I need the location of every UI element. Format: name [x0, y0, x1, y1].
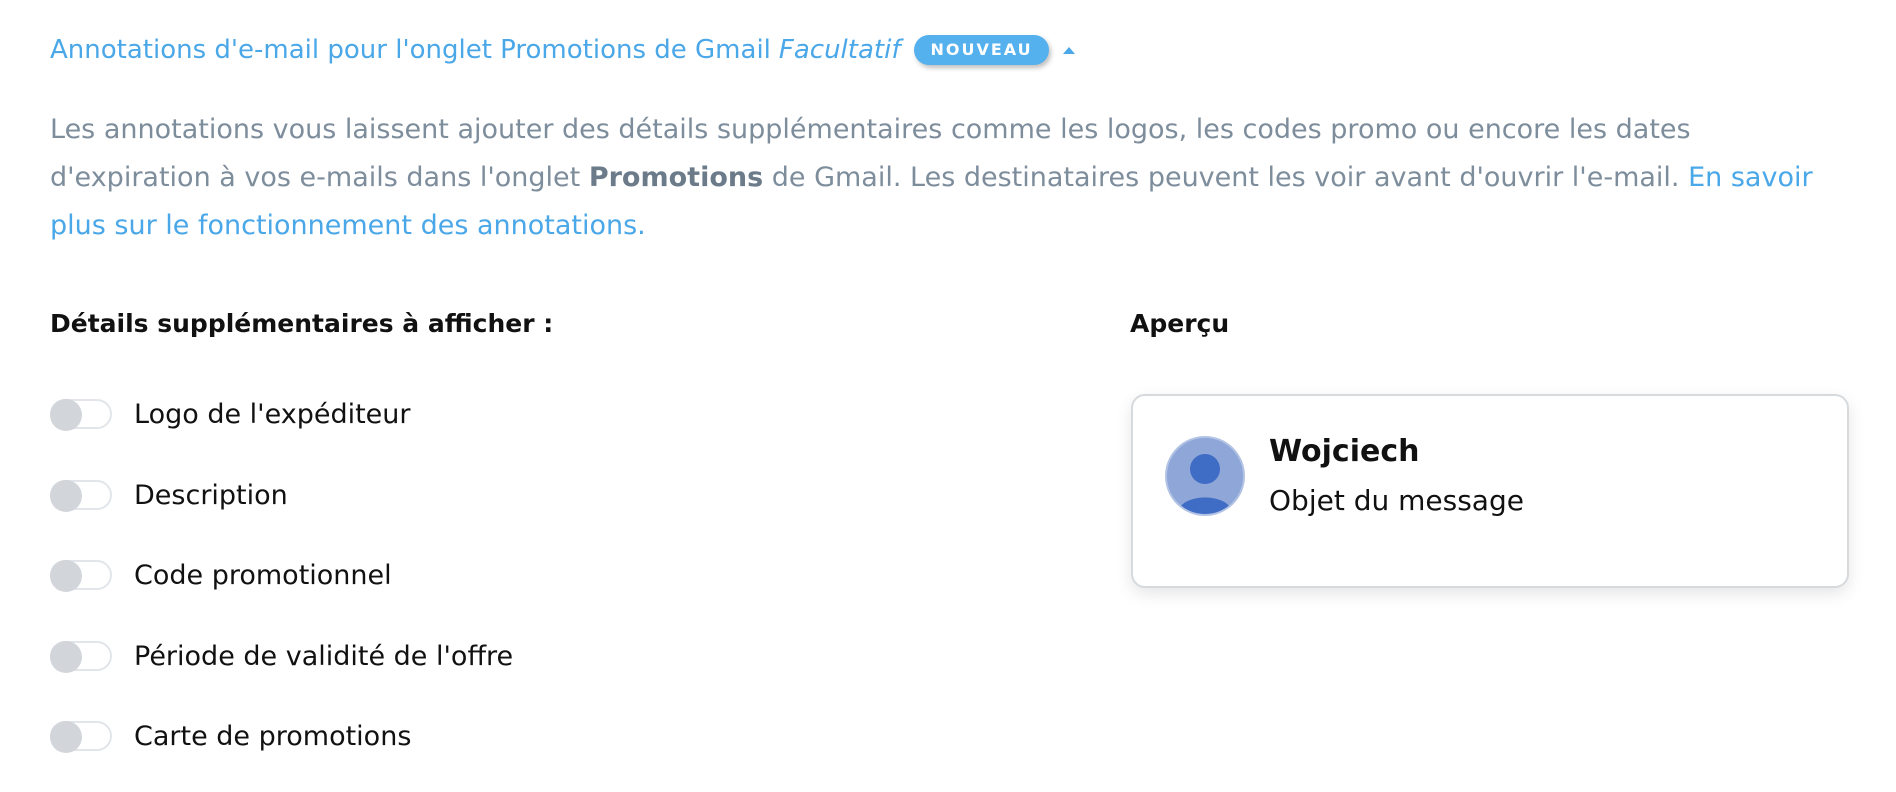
- promo-card-toggle[interactable]: [50, 721, 112, 753]
- sender-logo-label: Logo de l'expéditeur: [134, 398, 411, 430]
- annotations-title-link[interactable]: Annotations d'e-mail pour l'onglet Promo…: [50, 35, 771, 65]
- option-row-promo-card: Carte de promotions: [50, 716, 411, 756]
- preview-sender-name: Wojciech: [1269, 434, 1420, 469]
- option-row-promo-code: Code promotionnel: [50, 555, 392, 595]
- description-toggle[interactable]: [50, 480, 112, 512]
- toggle-knob: [50, 560, 82, 592]
- toggle-knob: [50, 399, 82, 431]
- sender-logo-toggle[interactable]: [50, 399, 112, 431]
- preview-subject: Objet du message: [1269, 484, 1524, 517]
- annotations-description: Les annotations vous laissent ajouter de…: [50, 106, 1840, 250]
- toggle-knob: [50, 721, 82, 753]
- offer-validity-label: Période de validité de l'offre: [134, 640, 514, 672]
- description-label: Description: [134, 479, 288, 511]
- new-badge: NOUVEAU: [914, 35, 1049, 65]
- preview-heading: Aperçu: [1130, 309, 1230, 338]
- optional-label: Facultatif: [778, 35, 901, 65]
- description-bold-promotions: Promotions: [588, 162, 764, 193]
- caret-up-icon[interactable]: [1062, 46, 1075, 54]
- option-row-sender-logo: Logo de l'expéditeur: [50, 394, 411, 434]
- toggle-knob: [50, 641, 82, 673]
- promo-card-label: Carte de promotions: [134, 720, 412, 752]
- option-row-offer-validity: Période de validité de l'offre: [50, 636, 513, 676]
- promo-code-label: Code promotionnel: [134, 559, 392, 591]
- offer-validity-toggle[interactable]: [50, 641, 112, 673]
- toggle-knob: [50, 480, 82, 512]
- user-avatar-icon: [1165, 436, 1245, 516]
- preview-card: Wojciech Objet du message: [1131, 394, 1849, 588]
- details-heading: Détails supplémentaires à afficher :: [50, 309, 554, 338]
- option-row-description: Description: [50, 475, 288, 515]
- description-text-2: de Gmail. Les destinataires peuvent les …: [763, 162, 1689, 193]
- promo-code-toggle[interactable]: [50, 560, 112, 592]
- annotations-header: Annotations d'e-mail pour l'onglet Promo…: [50, 32, 1075, 68]
